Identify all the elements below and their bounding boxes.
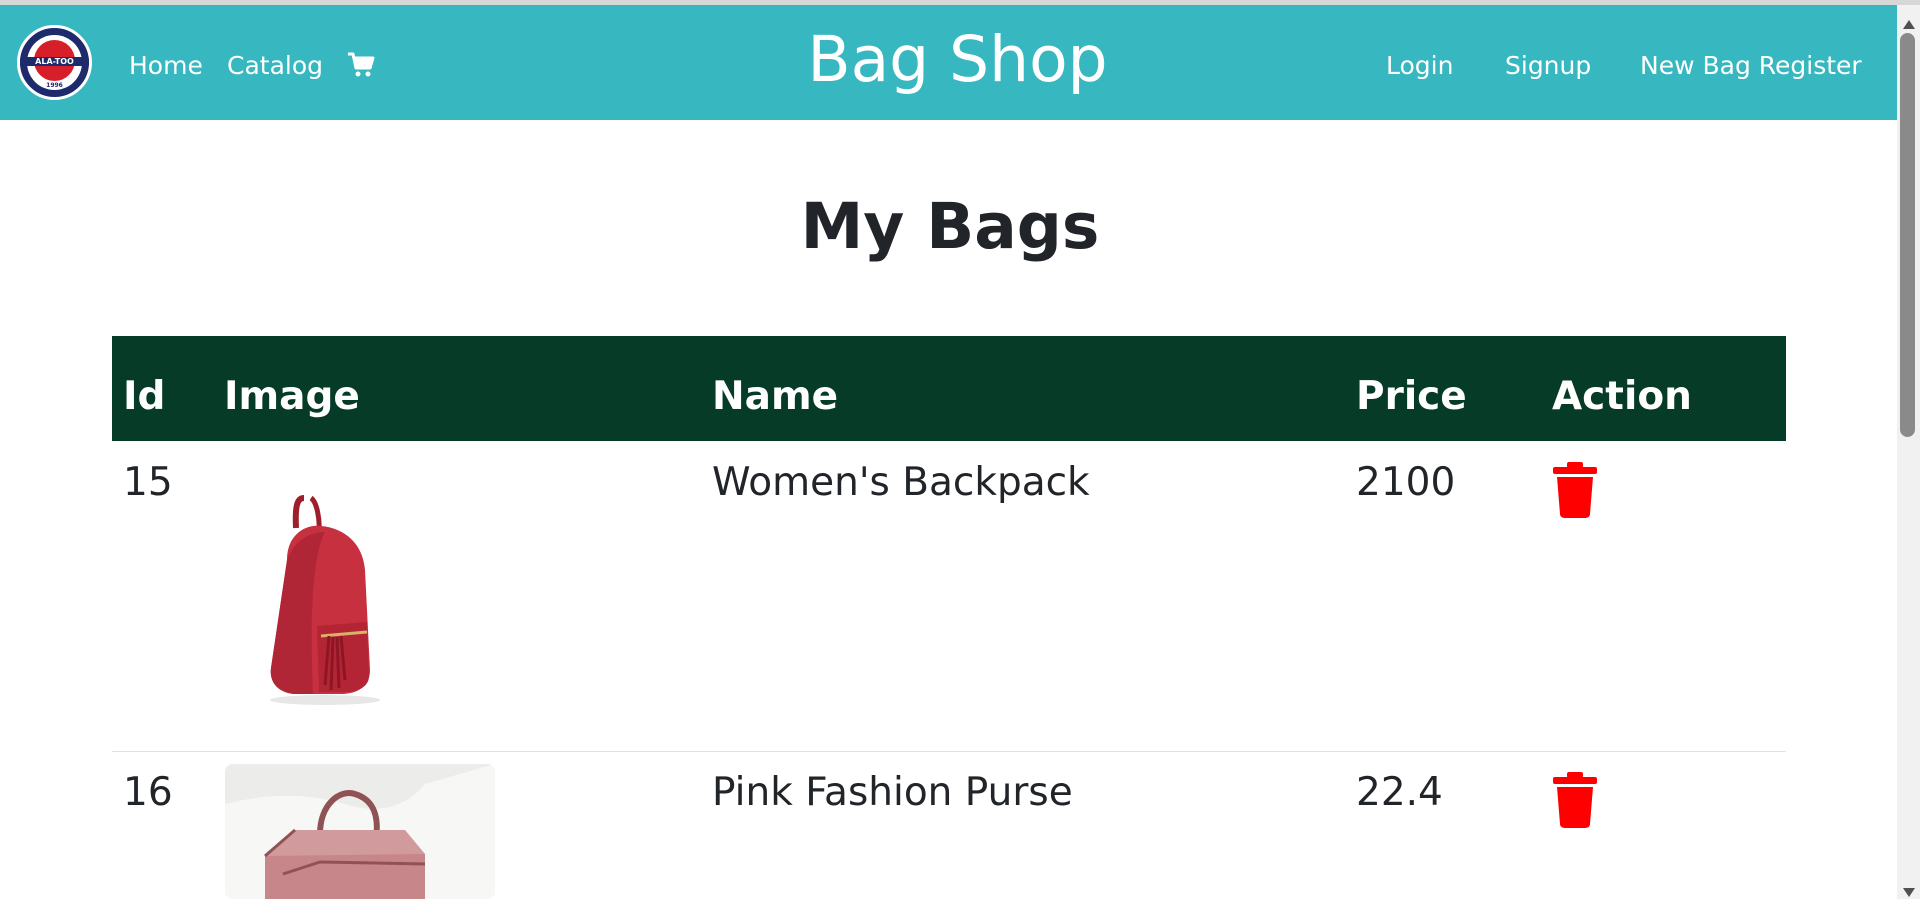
logo-year: 1996 — [46, 82, 63, 89]
table-header: Id Image Name Price Action — [112, 336, 1786, 441]
navbar: ALA-TOO 1996 Home Catalog Bag Shop Login… — [0, 5, 1897, 120]
scroll-down-arrow-icon[interactable] — [1903, 888, 1915, 897]
nav-login-link[interactable]: Login — [1386, 51, 1453, 80]
row-name: Women's Backpack — [712, 460, 1090, 505]
row-price: 22.4 — [1356, 770, 1443, 815]
nav-signup-link[interactable]: Signup — [1505, 51, 1591, 80]
row-price: 2100 — [1356, 460, 1456, 505]
header-id: Id — [123, 374, 166, 419]
pink-purse-image — [225, 764, 495, 899]
page-title: My Bags — [800, 190, 1100, 263]
scrollbar-thumb[interactable] — [1900, 33, 1915, 437]
nav-new-bag-register-link[interactable]: New Bag Register — [1640, 51, 1862, 80]
red-backpack-image — [225, 480, 493, 708]
trash-icon[interactable] — [1552, 462, 1598, 518]
header-name: Name — [712, 374, 839, 419]
row-name: Pink Fashion Purse — [712, 770, 1073, 815]
trash-icon[interactable] — [1552, 772, 1598, 828]
scroll-up-arrow-icon[interactable] — [1903, 20, 1915, 29]
university-logo[interactable]: ALA-TOO 1996 — [17, 25, 92, 100]
nav-catalog-link[interactable]: Catalog — [227, 51, 323, 80]
header-action: Action — [1552, 374, 1692, 419]
row-id: 16 — [123, 770, 173, 815]
header-image: Image — [224, 374, 360, 419]
header-price: Price — [1356, 374, 1467, 419]
row-id: 15 — [123, 460, 173, 505]
shopping-cart-icon[interactable] — [347, 51, 375, 79]
brand-title[interactable]: Bag Shop — [770, 23, 1145, 96]
logo-text: ALA-TOO — [20, 57, 89, 66]
row-divider — [112, 751, 1786, 752]
nav-home-link[interactable]: Home — [129, 51, 203, 80]
